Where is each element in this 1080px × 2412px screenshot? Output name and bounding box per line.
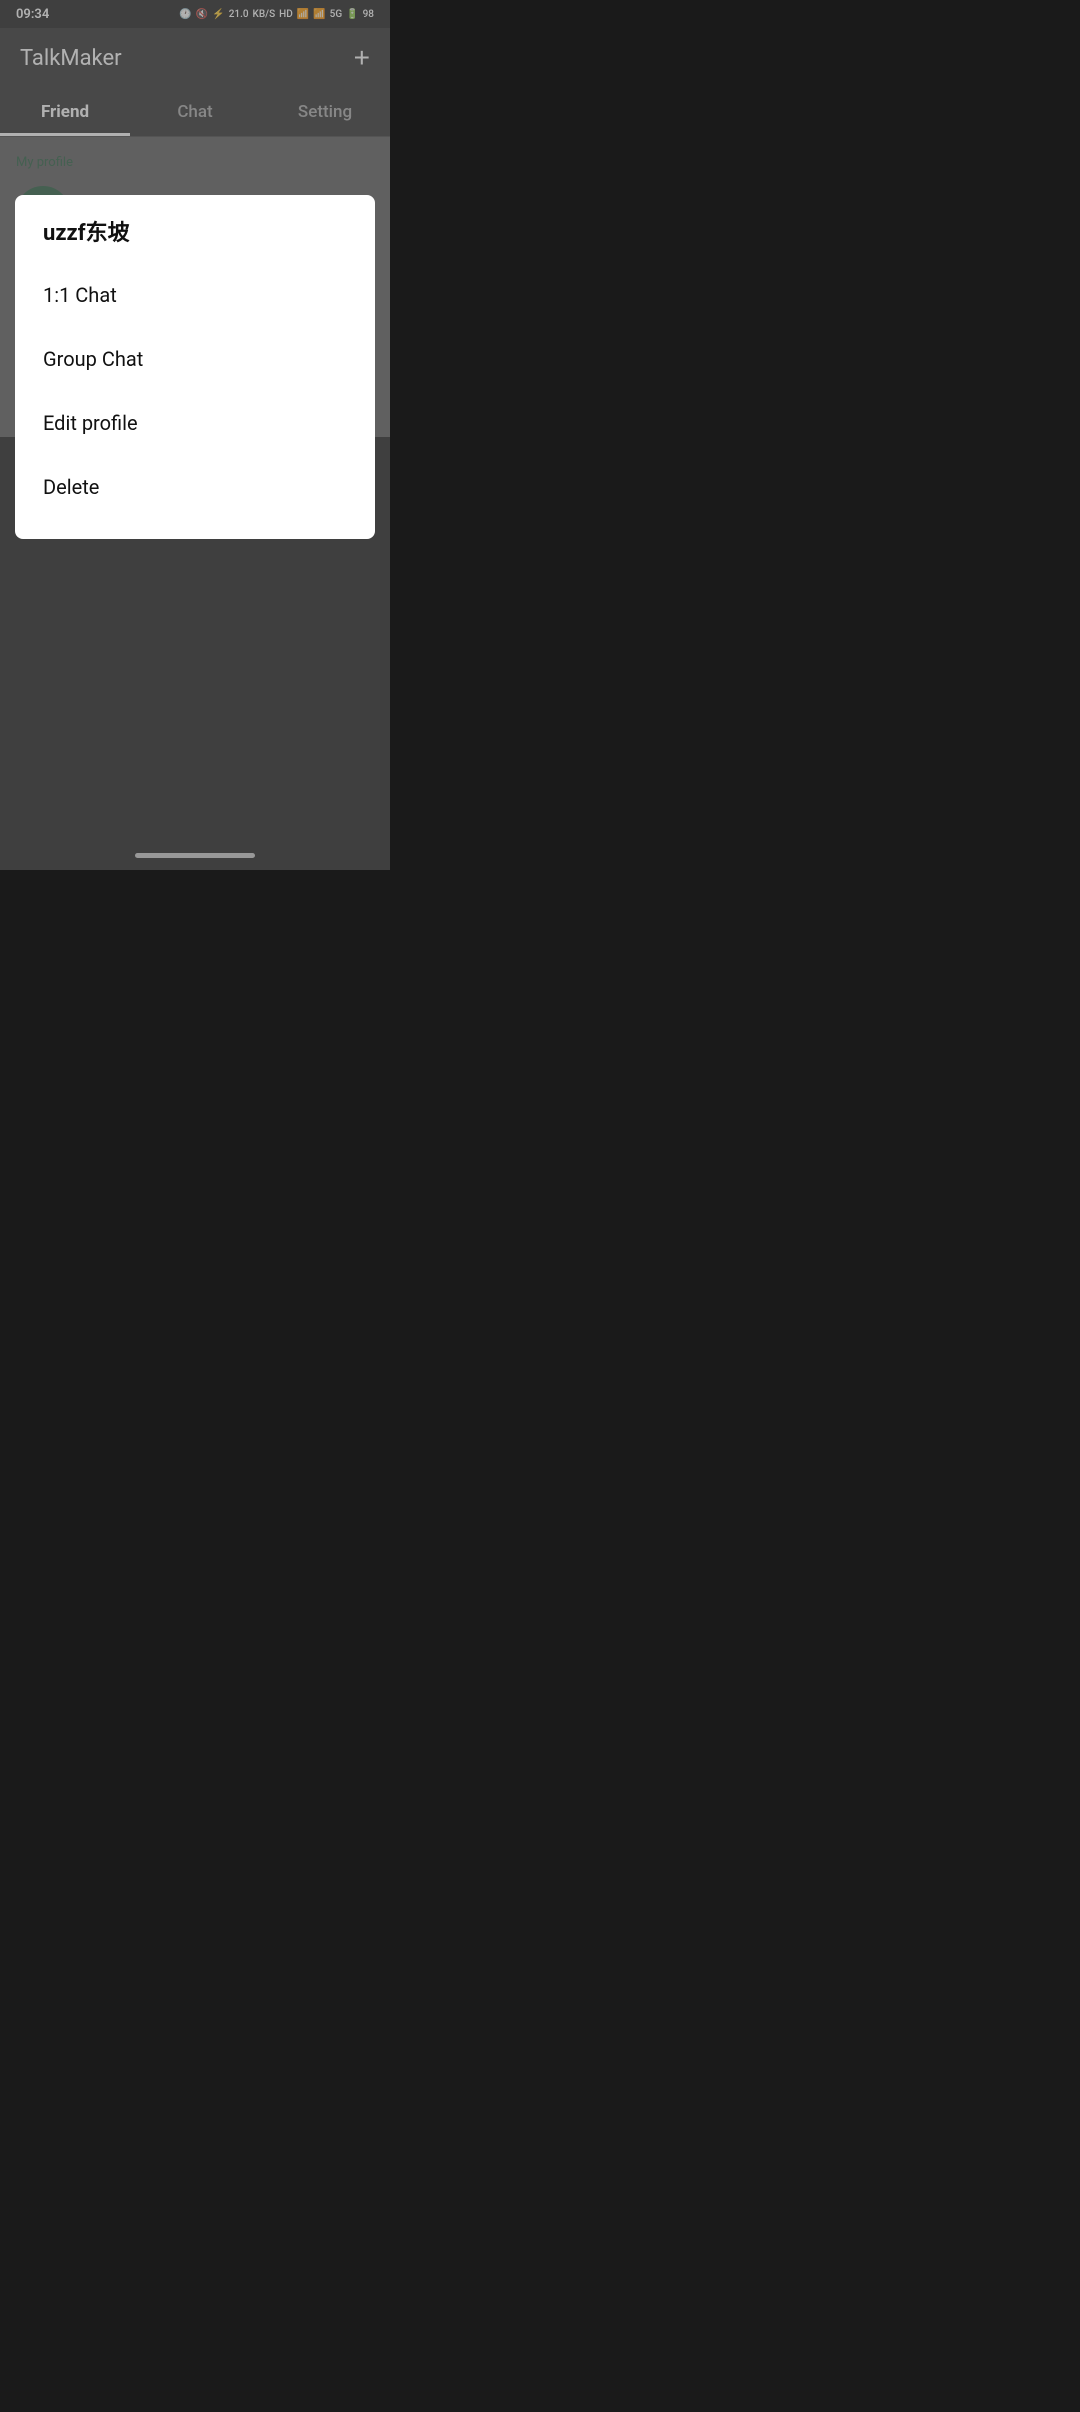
context-menu: uzzf东坡 1:1 Chat Group Chat Edit profile … (15, 195, 375, 539)
context-menu-title: uzzf东坡 (43, 215, 347, 247)
menu-item-group-chat[interactable]: Group Chat (43, 327, 347, 391)
menu-item-one-to-one[interactable]: 1:1 Chat (43, 263, 347, 327)
menu-item-edit-profile[interactable]: Edit profile (43, 391, 347, 455)
menu-item-delete[interactable]: Delete (43, 455, 347, 519)
